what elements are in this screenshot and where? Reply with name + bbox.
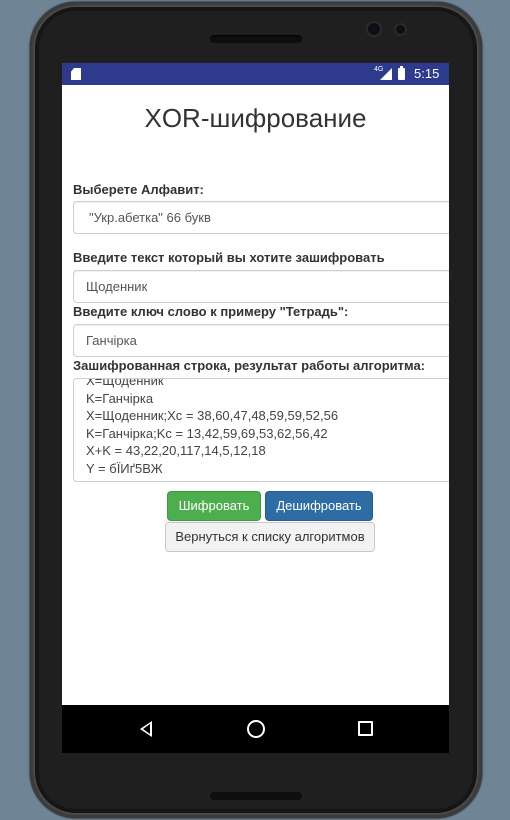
result-label: Зашифрованная строка, результат работы а… — [73, 358, 426, 373]
status-bar: 4G 5:15 — [62, 63, 449, 85]
alphabet-select[interactable]: "Укр.абетка" 66 букв — [73, 201, 449, 234]
alphabet-label: Выберете Алфавит: — [73, 182, 204, 197]
key-input[interactable]: Ганчірка — [73, 324, 449, 357]
result-line: K=Ганчірка — [86, 390, 154, 406]
result-line: Y = бЇИґ5ВЖ — [86, 460, 163, 476]
result-line: K=Ганчірка;Kc = 13,42,59,69,53,62,56,42 — [86, 425, 328, 441]
top-speaker — [210, 35, 302, 43]
plaintext-input[interactable]: Щоденник — [73, 270, 449, 303]
alphabet-select-value: "Укр.абетка" 66 букв — [89, 210, 211, 225]
plaintext-input-value: Щоденник — [86, 279, 148, 294]
key-input-value: Ганчірка — [86, 333, 137, 348]
key-label: Введите ключ слово к примеру "Тетрадь": — [73, 304, 349, 319]
status-time: 5:15 — [414, 66, 440, 81]
home-icon[interactable] — [247, 720, 265, 738]
sd-card-icon — [71, 68, 81, 80]
result-lines: X=Щоденник K=Ганчірка X=Щоденник;Xc = 38… — [86, 378, 339, 477]
navigation-bar — [62, 705, 449, 753]
result-textarea[interactable]: X=Щоденник K=Ганчірка X=Щоденник;Xc = 38… — [73, 378, 449, 482]
encrypt-button[interactable]: Шифровать — [167, 491, 261, 521]
proximity-sensor — [396, 25, 405, 34]
text-label: Введите текст который вы хотите зашифров… — [73, 250, 385, 265]
back-to-list-button[interactable]: Вернуться к списку алгоритмов — [165, 522, 375, 552]
bottom-speaker — [210, 792, 302, 800]
decrypt-button[interactable]: Дешифровать — [265, 491, 373, 521]
signal-icon — [380, 68, 392, 80]
recent-apps-icon[interactable] — [358, 721, 373, 736]
result-line: X=Щоденник — [86, 378, 164, 388]
battery-icon — [398, 66, 405, 80]
result-line: X=Щоденник;Xc = 38,60,47,48,59,59,52,56 — [86, 408, 339, 423]
front-camera — [368, 23, 380, 35]
app-content: XOR-шифрование Выберете Алфавит: "Укр.аб… — [62, 85, 449, 705]
back-icon[interactable] — [140, 721, 152, 737]
result-line: X+K = 43,22,20,117,14,5,12,18 — [86, 443, 266, 458]
page-title: XOR-шифрование — [144, 103, 367, 133]
phone-screen: 4G 5:15 XOR-шифрование Выберете Алфавит:… — [62, 63, 449, 753]
